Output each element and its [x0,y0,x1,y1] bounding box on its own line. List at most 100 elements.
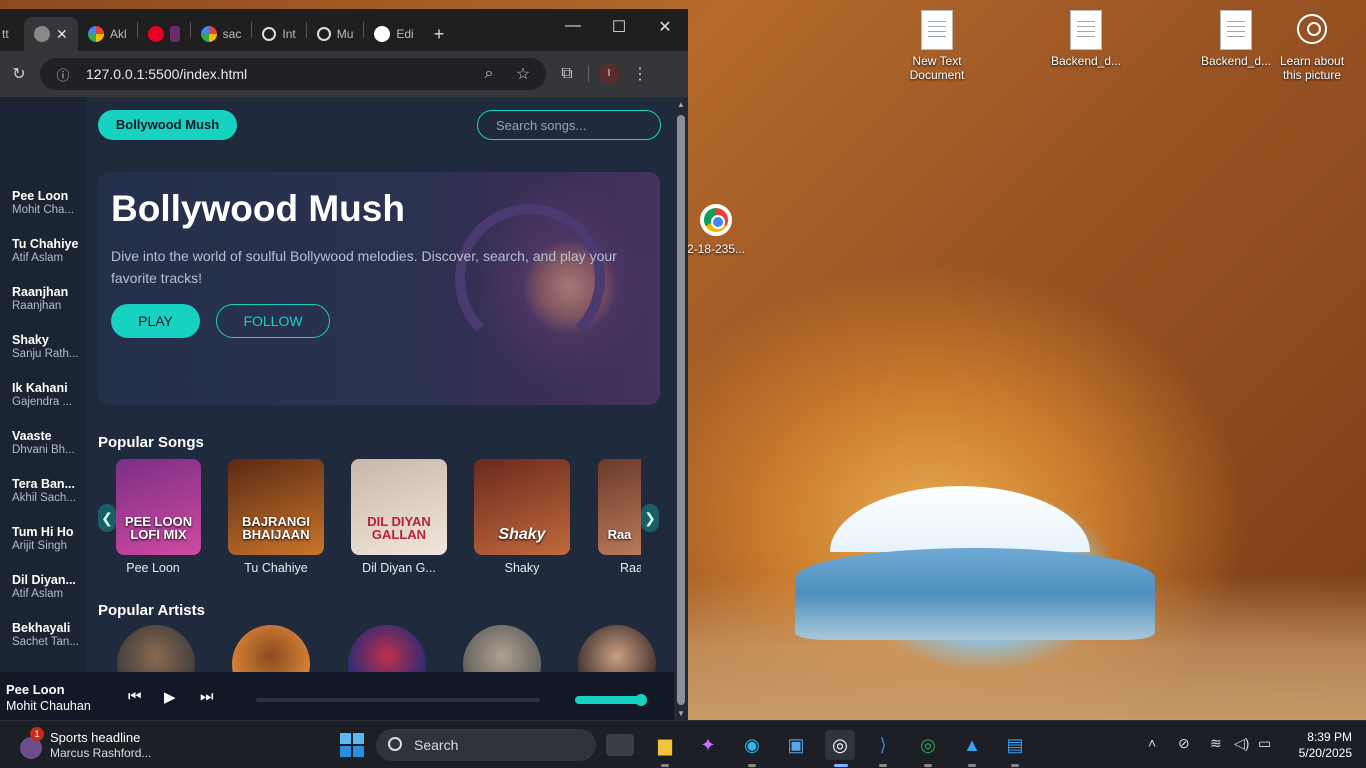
carousel-next-button[interactable]: ❯ [641,504,659,532]
sidebar-song-title: Shaky [12,333,49,347]
sidebar-song-item[interactable]: Shaky Sanju Rath... [12,333,84,360]
windows-start-icon[interactable] [340,733,364,757]
close-tab-icon[interactable]: ✕ [56,26,68,43]
system-clock[interactable]: 8:39 PM 5/20/2025 [1290,729,1352,761]
sidebar-song-artist: Raanjhan [12,300,62,312]
volume-icon[interactable]: ◁) [1234,735,1249,752]
scroll-up-icon[interactable]: ▲ [677,100,685,109]
menu-kebab-icon[interactable]: ⋮ [629,64,651,84]
tab-label: Mu [336,27,354,41]
tab-active[interactable]: ✕ [24,17,78,51]
notepad-icon[interactable]: ▤ [1000,730,1030,760]
maximize-icon[interactable]: ☐ [604,17,634,37]
tab[interactable]: Int [252,17,305,51]
copilot-icon[interactable]: ✦ [693,730,723,760]
song-card[interactable]: Raa Raa [598,459,641,575]
camera-info-icon [1297,14,1327,44]
news-headline: Sports headline [50,730,141,745]
extensions-icon[interactable]: ⧉ [556,65,578,83]
tab[interactable] [138,17,190,51]
tab[interactable]: Akl [78,17,137,51]
tab[interactable]: Mu [307,17,364,51]
chrome-taskbar-icon[interactable]: ◎ [825,730,855,760]
search-input[interactable] [477,110,661,140]
profile-avatar[interactable]: I [599,64,619,84]
bookmark-star-icon[interactable]: ☆ [512,64,534,84]
sidebar-song-title: Raanjhan [12,285,69,299]
taskbar-search[interactable]: Search [376,729,596,761]
news-subtitle: Marcus Rashford... [50,746,152,760]
reload-icon[interactable]: ↻ [8,64,30,84]
close-window-icon[interactable]: ✕ [650,17,680,37]
sidebar-song-item[interactable]: Dil Diyan... Atif Aslam [12,573,84,600]
page-scrollbar[interactable]: ▲ ▼ [674,97,688,720]
chrome-profile-icon[interactable]: ◎ [913,730,943,760]
tab[interactable]: tt [0,17,24,51]
song-card-title: Pee Loon [126,561,180,575]
battery-icon[interactable]: ▭ [1258,735,1271,752]
file-explorer-icon[interactable]: ▆ [650,730,680,760]
song-card[interactable]: BAJRANGI BHAIJAAN Tu Chahiye [228,459,324,575]
tab-label: Edi [396,27,414,41]
sidebar-song-item[interactable]: Vaaste Dhvani Bh... [12,429,84,456]
sidebar-song-artist: Sanju Rath... [12,348,79,360]
song-card[interactable]: Shaky Shaky [474,459,570,575]
volume-knob[interactable] [635,694,647,706]
google-icon [88,26,104,42]
sidebar-song-item[interactable]: Pee Loon Mohit Cha... [12,189,84,216]
edge-icon[interactable]: ◉ [737,730,767,760]
sidebar-song-title: Tu Chahiye [12,237,79,251]
volume-slider[interactable] [575,694,647,706]
openai-icon [262,27,277,41]
song-card[interactable]: PEE LOON LOFI MIX Pee Loon [105,459,201,575]
address-bar[interactable]: ⓘ 127.0.0.1:5500/index.html ⌕ ☆ [40,58,546,90]
desktop-icon-learn-about-picture[interactable]: Learn about this picture [1272,14,1352,82]
sidebar-song-item[interactable]: Raanjhan Raanjhan [12,285,84,312]
desktop-icon-new-text-document[interactable]: New Text Document [897,10,977,82]
play-button[interactable]: PLAY [111,304,200,338]
tab[interactable]: sac [191,17,252,51]
previous-track-icon[interactable]: ⏮ [128,688,142,705]
text-file-icon [1070,10,1102,50]
sidebar-song-artist: Dhvani Bh... [12,444,75,456]
song-card[interactable]: DIL DIYAN GALLAN Dil Diyan G... [351,459,447,575]
zoom-icon[interactable]: ⌕ [478,65,500,83]
desktop-icon-backend-2[interactable]: Backend_d... [1196,10,1276,68]
network-off-icon[interactable]: ⊘ [1178,735,1190,752]
scrollbar-thumb[interactable] [677,115,685,705]
sidebar-song-title: Tera Ban... [12,477,75,491]
sidebar-song-item[interactable]: Tum Hi Ho Arijit Singh [12,525,84,552]
github-icon [374,26,391,42]
minimize-icon[interactable]: — [558,17,588,35]
follow-button[interactable]: FOLLOW [216,304,330,338]
brand-button[interactable]: Bollywood Mush [98,110,237,140]
sidebar-song-title: Bekhayali [12,621,71,635]
scroll-down-icon[interactable]: ▼ [677,709,685,718]
chevron-up-icon[interactable]: ˄ [1148,735,1156,751]
task-view-icon[interactable] [606,734,634,756]
site-info-icon[interactable]: ⓘ [52,65,74,84]
new-tab-button[interactable]: + [424,17,455,51]
text-file-icon [1220,10,1252,50]
volume-fill [575,696,641,704]
sidebar-song-item[interactable]: Tera Ban... Akhil Sach... [12,477,84,504]
openai-icon [316,27,331,41]
photos-icon[interactable]: ▲ [957,730,987,760]
sidebar-song-item[interactable]: Bekhayali Sachet Tan... [12,621,84,648]
player-bar: Pee Loon Mohit Chauhan ⏮ ▶ ⏭ [0,672,688,720]
song-card-title: Shaky [504,561,540,575]
microsoft-store-icon[interactable]: ▣ [781,730,811,760]
next-track-icon[interactable]: ⏭ [200,688,214,705]
play-icon[interactable]: ▶ [164,688,176,706]
vscode-icon[interactable]: ⟩ [868,730,898,760]
sidebar-song-item[interactable]: Ik Kahani Gajendra ... [12,381,84,408]
desktop-icon-chrome-shortcut[interactable]: 2-18-235... [676,204,756,256]
tab[interactable]: Edi [364,17,423,51]
wifi-icon[interactable]: ≋ [1210,735,1222,752]
desktop-icon-backend-1[interactable]: Backend_d... [1046,10,1126,68]
progress-bar[interactable] [256,698,540,702]
sidebar-song-item[interactable]: Tu Chahiye Atif Aslam [12,237,84,264]
song-card-title: Dil Diyan G... [362,561,436,575]
desktop-icon-label: Backend_d... [1200,54,1272,68]
globe-icon [34,26,50,42]
